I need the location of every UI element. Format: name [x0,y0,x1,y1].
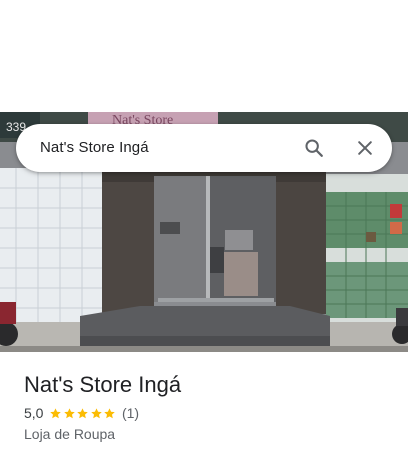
clear-search-button[interactable] [349,132,381,164]
star-icon [77,407,89,418]
star-icon [104,407,116,418]
star-icon [64,407,75,418]
rating-value: 5,0 [24,405,44,421]
review-count-link[interactable]: (1) [122,405,139,421]
search-input[interactable]: Nat's Store Ingá [40,124,149,172]
rating-row[interactable]: 5,0 (1) [24,404,139,422]
search-icon [305,139,323,157]
star-rating [49,407,117,420]
place-title: Nat's Store Ingá [24,372,182,397]
search-bar[interactable]: Nat's Store Ingá [16,124,392,172]
search-button[interactable] [298,132,330,164]
place-category: Loja de Roupa [24,426,116,442]
star-icon [91,407,102,418]
close-icon [358,141,372,155]
star-icon [50,407,62,418]
map-top-area [0,0,408,112]
place-info-panel[interactable]: Nat's Store Ingá 5,0 (1) Loja de Roupa [0,352,408,464]
